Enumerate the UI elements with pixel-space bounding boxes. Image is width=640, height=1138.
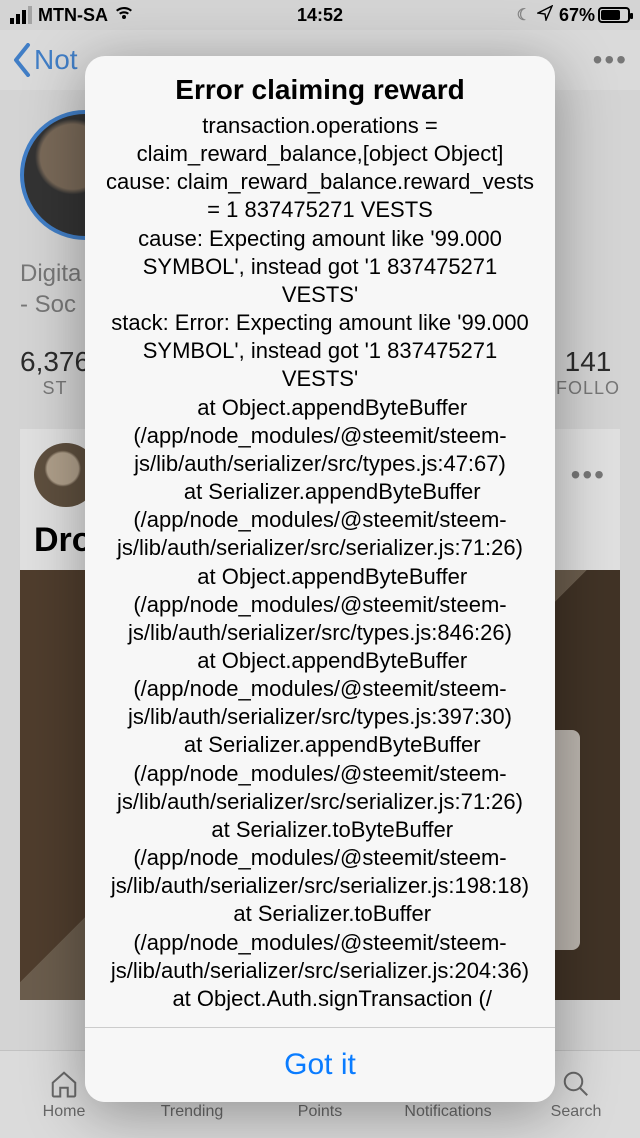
- modal-body: transaction.operations = claim_reward_ba…: [85, 112, 555, 1027]
- modal-confirm-button[interactable]: Got it: [85, 1027, 555, 1102]
- error-modal: Error claiming reward transaction.operat…: [85, 56, 555, 1102]
- modal-title: Error claiming reward: [85, 56, 555, 112]
